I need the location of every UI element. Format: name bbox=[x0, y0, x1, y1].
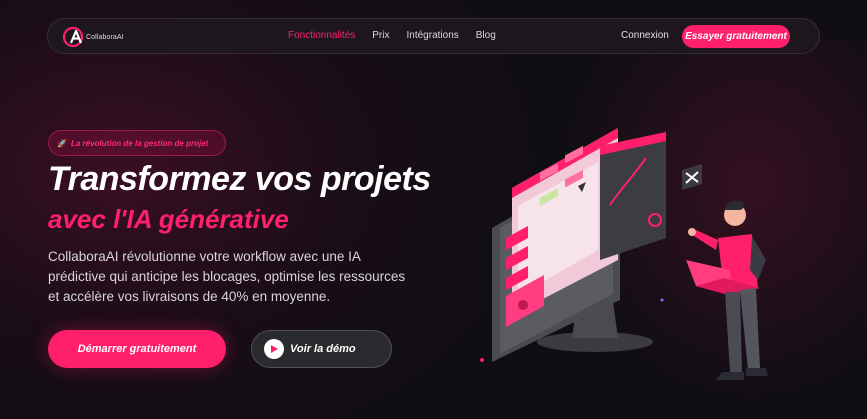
login-link[interactable]: Connexion bbox=[621, 30, 669, 41]
logo-text: CollaboraAI bbox=[86, 33, 124, 41]
nav-link-prix[interactable]: Prix bbox=[372, 30, 389, 41]
hero-badge: 🚀 La révolution de la gestion de projet bbox=[48, 130, 226, 156]
hero-title: Transformez vos projets bbox=[48, 160, 431, 198]
hero-description: CollaboraAI révolutionne votre workflow … bbox=[48, 249, 406, 304]
nav-link-fonctionnalites[interactable]: Fonctionnalités bbox=[288, 30, 355, 41]
play-icon bbox=[264, 339, 284, 359]
nav-links: Fonctionnalités Prix Intégrations Blog bbox=[288, 30, 513, 41]
hero-subtitle: avec l'IA générative bbox=[48, 204, 289, 234]
hero-illustration bbox=[470, 110, 790, 410]
hero-badge-text: La révolution de la gestion de projet bbox=[70, 138, 209, 148]
start-free-button[interactable]: Démarrer gratuitement bbox=[48, 330, 226, 368]
logo[interactable]: CollaboraAI bbox=[62, 26, 124, 48]
start-free-label: Démarrer gratuitement bbox=[77, 343, 197, 355]
logo-icon bbox=[62, 26, 84, 48]
nav-link-blog[interactable]: Blog bbox=[476, 30, 496, 41]
nav-link-integrations[interactable]: Intégrations bbox=[407, 30, 459, 41]
navbar: CollaboraAI Fonctionnalités Prix Intégra… bbox=[47, 18, 820, 54]
try-free-button[interactable]: Essayer gratuitement bbox=[682, 25, 790, 48]
rocket-icon: 🚀 bbox=[57, 138, 67, 148]
watch-demo-label: Voir la démo bbox=[290, 343, 356, 355]
watch-demo-button[interactable]: Voir la démo bbox=[251, 330, 392, 368]
